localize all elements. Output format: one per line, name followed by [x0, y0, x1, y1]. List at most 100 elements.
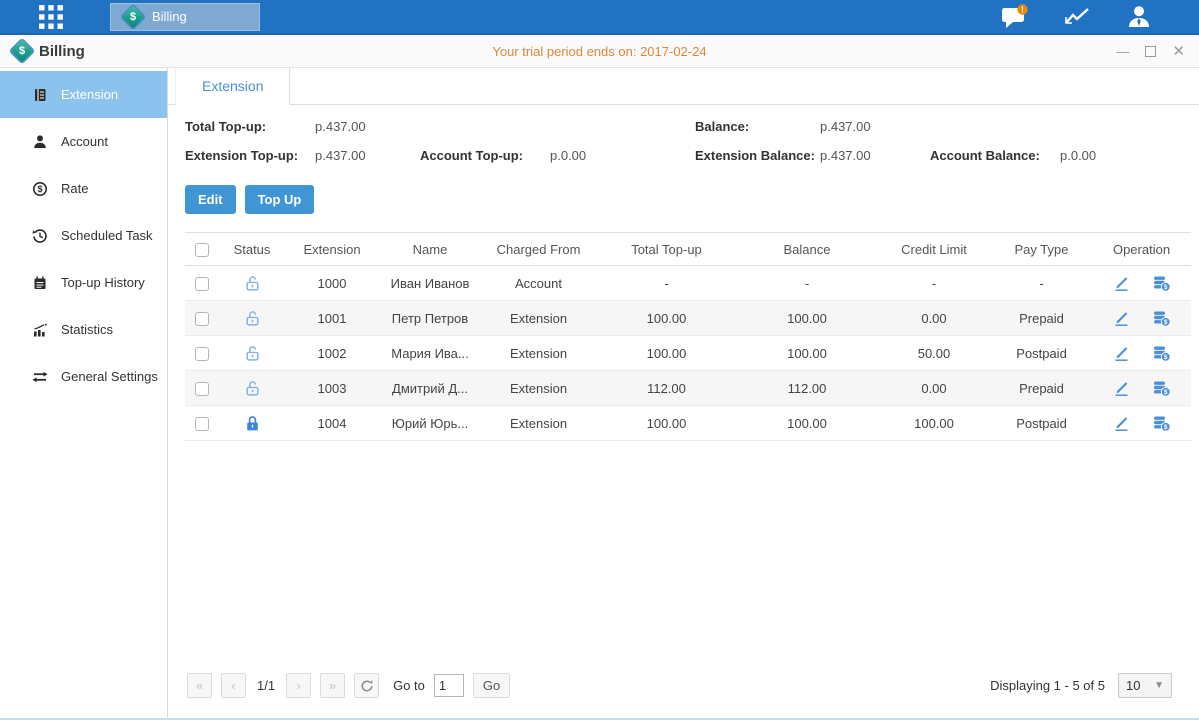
cell-pay-type: -: [991, 266, 1092, 301]
sidebar-item-label: Scheduled Task: [61, 228, 153, 243]
refresh-button[interactable]: [354, 673, 379, 698]
account-balance-label: Account Balance:: [930, 148, 1060, 163]
topup-row-icon[interactable]: [1152, 345, 1171, 362]
cell-extension: 1002: [285, 336, 379, 371]
next-page-button[interactable]: ›: [286, 673, 311, 698]
edit-row-icon[interactable]: [1112, 345, 1131, 362]
sidebar-item-label: Account: [61, 134, 108, 149]
cell-credit-limit: 0.00: [877, 371, 991, 406]
topup-row-icon[interactable]: [1152, 415, 1171, 432]
topup-row-icon[interactable]: [1152, 275, 1171, 292]
goto-page-input[interactable]: [434, 674, 464, 697]
clock-history-icon: [31, 227, 48, 244]
balance-value: p.437.00: [820, 119, 930, 134]
cell-credit-limit: 50.00: [877, 336, 991, 371]
bar-chart-icon: [31, 321, 48, 338]
col-extension: Extension: [285, 233, 379, 266]
unlocked-icon: [244, 275, 261, 292]
edit-row-icon[interactable]: [1112, 275, 1131, 292]
cell-total-topup: 100.00: [596, 336, 737, 371]
cell-total-topup: -: [596, 266, 737, 301]
window-title: Billing: [39, 43, 85, 60]
cell-extension: 1001: [285, 301, 379, 336]
extension-topup-value: p.437.00: [315, 148, 420, 163]
cell-balance: -: [737, 266, 877, 301]
page-size-select[interactable]: 10 ▼: [1118, 673, 1172, 698]
row-checkbox[interactable]: [195, 417, 209, 431]
page-size-value: 10: [1126, 678, 1140, 693]
col-operation: Operation: [1092, 233, 1191, 266]
sidebar-item-statistics[interactable]: Statistics: [0, 306, 167, 353]
topup-button[interactable]: Top Up: [245, 185, 315, 214]
col-balance: Balance: [737, 233, 877, 266]
user-account-icon[interactable]: [1125, 4, 1153, 30]
tab-extension[interactable]: Extension: [175, 68, 290, 105]
maximize-icon[interactable]: [1145, 46, 1156, 57]
cell-charged-from: Account: [481, 266, 596, 301]
topup-row-icon[interactable]: [1152, 380, 1171, 397]
first-page-button[interactable]: «: [187, 673, 212, 698]
edit-row-icon[interactable]: [1112, 310, 1131, 327]
sidebar-item-general-settings[interactable]: General Settings: [0, 353, 167, 400]
cell-name: Дмитрий Д...: [379, 371, 481, 406]
cell-balance: 100.00: [737, 336, 877, 371]
cell-balance: 100.00: [737, 406, 877, 441]
close-icon[interactable]: ✕: [1172, 44, 1185, 59]
cell-balance: 112.00: [737, 371, 877, 406]
cell-credit-limit: 0.00: [877, 301, 991, 336]
topup-row-icon[interactable]: [1152, 310, 1171, 327]
cell-charged-from: Extension: [481, 371, 596, 406]
person-icon: [31, 133, 48, 150]
table-row[interactable]: 1002 Мария Ива... Extension 100.00 100.0…: [185, 336, 1191, 371]
row-checkbox[interactable]: [195, 277, 209, 291]
billing-summary: Total Top-up: p.437.00 Balance: p.437.00…: [185, 119, 1186, 163]
previous-page-button[interactable]: ‹: [221, 673, 246, 698]
cell-charged-from: Extension: [481, 336, 596, 371]
sidebar: Extension Account $ Rate Scheduled Task …: [0, 68, 168, 718]
last-page-button[interactable]: »: [320, 673, 345, 698]
balance-label: Balance:: [695, 119, 820, 134]
sidebar-item-topup-history[interactable]: Top-up History: [0, 259, 167, 306]
row-checkbox[interactable]: [195, 382, 209, 396]
app-bar-actions: !: [1001, 0, 1153, 33]
row-checkbox[interactable]: [195, 312, 209, 326]
select-all-checkbox[interactable]: [195, 243, 209, 257]
edit-button[interactable]: Edit: [185, 185, 236, 214]
sidebar-item-account[interactable]: Account: [0, 118, 167, 165]
cell-name: Мария Ива...: [379, 336, 481, 371]
cell-extension: 1000: [285, 266, 379, 301]
sidebar-item-rate[interactable]: $ Rate: [0, 165, 167, 212]
extension-topup-label: Extension Top-up:: [185, 148, 315, 163]
tab-strip: Extension: [168, 68, 1199, 105]
app-bar: Billing !: [0, 0, 1199, 35]
cell-pay-type: Prepaid: [991, 371, 1092, 406]
extension-balance-value: p.437.00: [820, 148, 930, 163]
go-button[interactable]: Go: [473, 673, 510, 698]
sidebar-item-extension[interactable]: Extension: [0, 71, 167, 118]
cell-extension: 1004: [285, 406, 379, 441]
cell-name: Юрий Юрь...: [379, 406, 481, 441]
cell-total-topup: 100.00: [596, 301, 737, 336]
table-row[interactable]: 1001 Петр Петров Extension 100.00 100.00…: [185, 301, 1191, 336]
trial-notice: Your trial period ends on: 2017-02-24: [0, 44, 1199, 59]
minimize-icon[interactable]: —: [1116, 45, 1129, 58]
edit-row-icon[interactable]: [1112, 415, 1131, 432]
pagination-bar: « ‹ 1/1 › » Go to Go Di: [185, 665, 1186, 708]
sidebar-item-scheduled-task[interactable]: Scheduled Task: [0, 212, 167, 259]
billing-dollar-icon: [12, 41, 32, 61]
cell-name: Петр Петров: [379, 301, 481, 336]
table-row[interactable]: 1003 Дмитрий Д... Extension 112.00 112.0…: [185, 371, 1191, 406]
messages-icon[interactable]: !: [1001, 4, 1029, 30]
account-balance-value: p.0.00: [1060, 148, 1186, 163]
table-row[interactable]: 1004 Юрий Юрь... Extension 100.00 100.00…: [185, 406, 1191, 441]
edit-row-icon[interactable]: [1112, 380, 1131, 397]
goto-label: Go to: [393, 678, 425, 693]
svg-text:$: $: [37, 184, 42, 194]
statistics-chart-icon[interactable]: [1063, 4, 1091, 30]
app-tab-billing[interactable]: Billing: [110, 3, 260, 31]
apps-grid-icon[interactable]: [38, 4, 64, 30]
window-title-bar: Billing Your trial period ends on: 2017-…: [0, 35, 1199, 68]
row-checkbox[interactable]: [195, 347, 209, 361]
table-row[interactable]: 1000 Иван Иванов Account - - - -: [185, 266, 1191, 301]
notepad-icon: [31, 274, 48, 291]
